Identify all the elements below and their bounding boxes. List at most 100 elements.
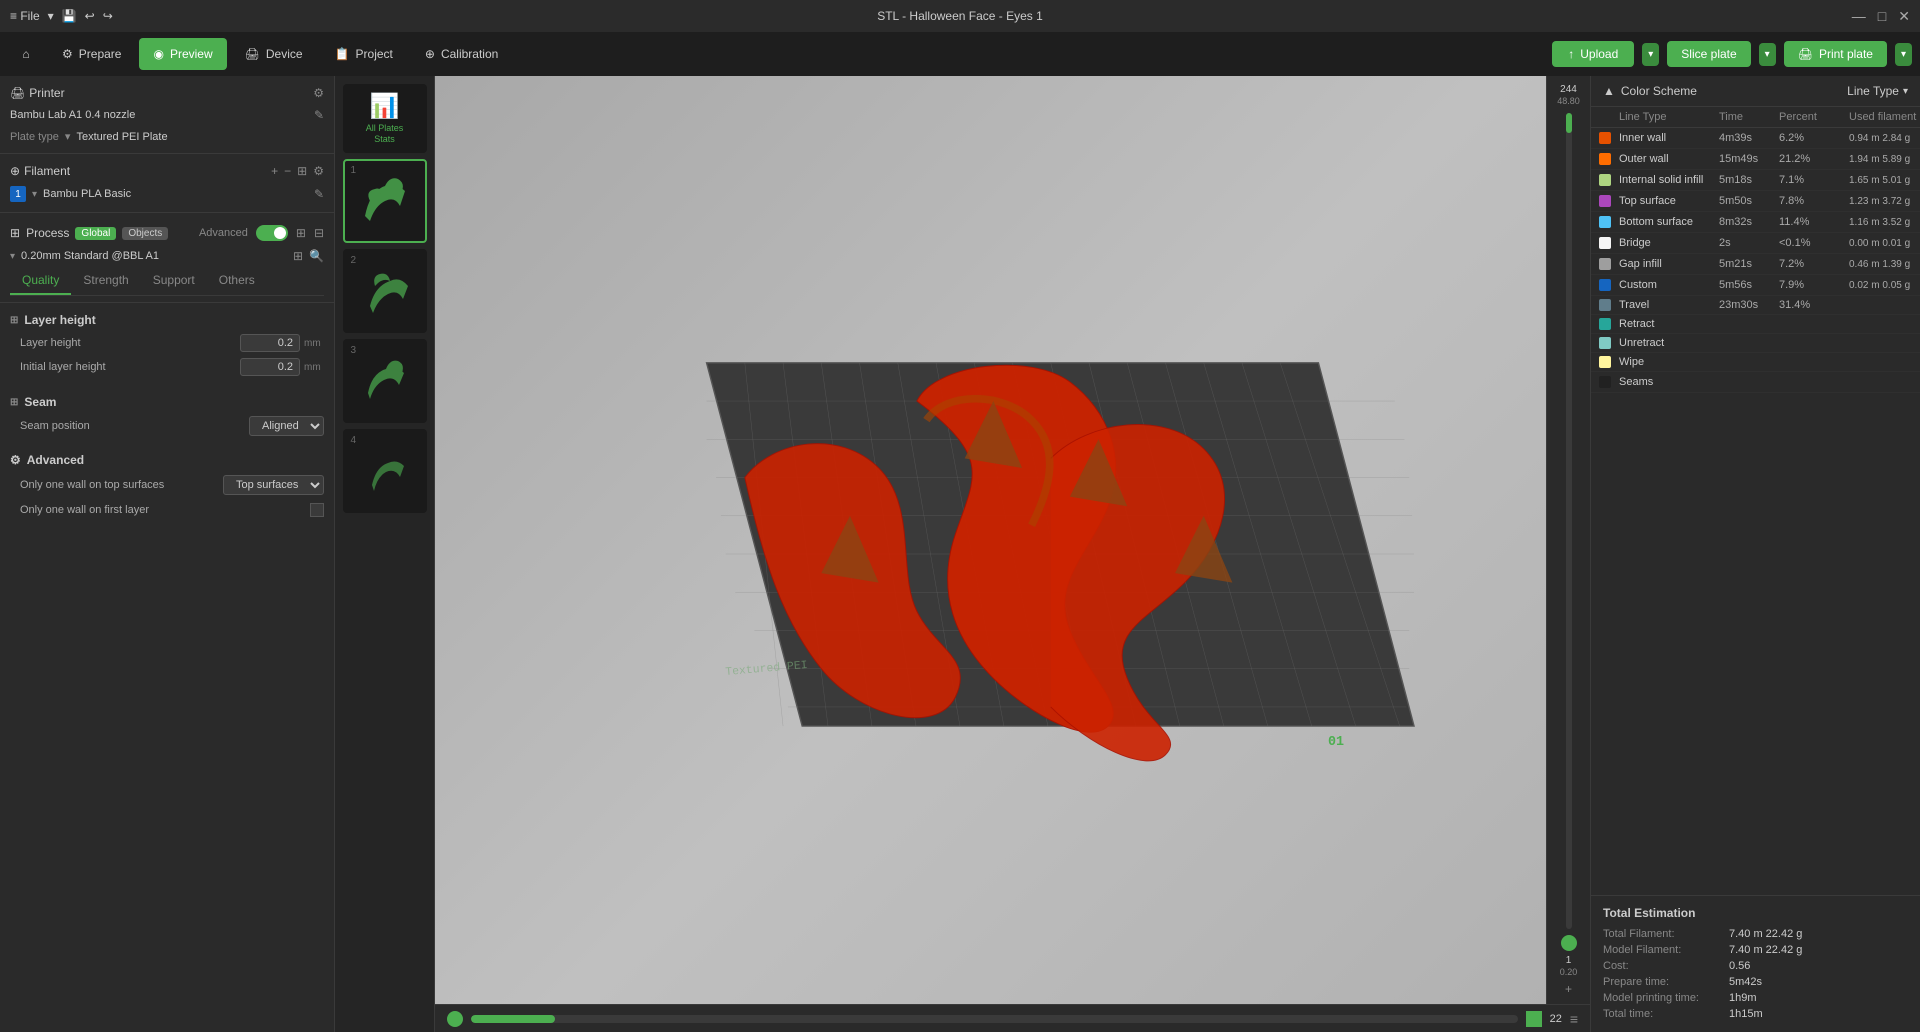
tab-support[interactable]: Support: [141, 267, 207, 295]
upload-dropdown[interactable]: ▾: [1642, 43, 1659, 66]
filament-add-icon[interactable]: +: [271, 164, 278, 178]
plate-type-value[interactable]: Textured PEI Plate: [76, 131, 167, 143]
process-copy-icon[interactable]: ⊞: [296, 226, 306, 240]
redo-icon[interactable]: ↪: [103, 9, 113, 23]
file-menu[interactable]: ≡ File: [10, 9, 40, 23]
maximize-button[interactable]: □: [1878, 8, 1886, 24]
upload-button[interactable]: ↑ Upload: [1552, 41, 1634, 67]
filament-edit-icon[interactable]: ✎: [314, 187, 324, 201]
preset-name[interactable]: 0.20mm Standard @BBL A1: [21, 250, 287, 262]
cs-time-2: 5m18s: [1719, 174, 1779, 186]
color-scheme-panel: ▲ Color Scheme Line Type ▾ Line Type Tim…: [1590, 76, 1920, 1032]
tab-others[interactable]: Others: [207, 267, 267, 295]
initial-layer-input[interactable]: [240, 358, 300, 376]
titlebar: ≡ File ▾ 💾 ↩ ↪ STL - Halloween Face - Ey…: [0, 0, 1920, 32]
cost-row: Cost: 0.56: [1603, 958, 1908, 974]
badge-global[interactable]: Global: [75, 227, 116, 240]
filament-icon: ⊕: [10, 164, 20, 178]
filament-item: 1 ▾ Bambu PLA Basic ✎: [10, 182, 324, 206]
printer-name-value[interactable]: Bambu Lab A1 0.4 nozzle: [10, 109, 135, 121]
print-button[interactable]: 🖨 Print plate: [1784, 41, 1887, 67]
layers-icon[interactable]: ≡: [1570, 1011, 1578, 1027]
viewport[interactable]: Textured PEI 01 22 ≡ 244 48.80: [435, 76, 1590, 1032]
preset-copy-icon[interactable]: ⊞: [293, 249, 303, 263]
advanced-settings: ⚙ Advanced Only one wall on top surfaces…: [0, 445, 334, 525]
main-area: 🖨 Printer ⚙ Bambu Lab A1 0.4 nozzle ✎ Pl…: [0, 76, 1920, 1032]
preview-tab[interactable]: ◉ Preview: [139, 38, 226, 70]
printer-settings-icon[interactable]: ⚙: [313, 86, 324, 100]
device-tab[interactable]: 🖨 Device: [231, 38, 317, 70]
thumb-preview-2: [350, 261, 420, 321]
project-icon: 📋: [335, 47, 350, 61]
cs-row-9: Retract: [1591, 315, 1920, 334]
total-filament-row: Total Filament: 7.40 m 22.42 g: [1603, 926, 1908, 942]
printer-edit-icon[interactable]: ✎: [314, 108, 324, 122]
filament-chevron: ▾: [32, 189, 37, 200]
col-percent: Percent: [1779, 111, 1849, 123]
thumbnail-1[interactable]: 1: [343, 159, 427, 243]
seam-position-select[interactable]: Aligned: [249, 416, 324, 436]
advanced-header: ⚙ Advanced: [10, 449, 324, 471]
wall-first-checkbox[interactable]: [310, 503, 324, 517]
layer-height-input[interactable]: [240, 334, 300, 352]
cs-type[interactable]: Line Type ▾: [1847, 84, 1908, 98]
advanced-toggle[interactable]: [256, 225, 288, 241]
cost-value: 0.56: [1729, 960, 1750, 972]
layer-dot[interactable]: [1561, 935, 1577, 951]
layer-slider-end[interactable]: [1526, 1011, 1542, 1027]
plate-type-chevron: ▾: [65, 130, 71, 143]
filament-header: ⊕ Filament + − ⊞ ⚙: [10, 160, 324, 182]
thumbnail-3[interactable]: 3: [343, 339, 427, 423]
initial-layer-row: Initial layer height mm: [10, 355, 324, 379]
nav-right-actions: ↑ Upload ▾ Slice plate ▾ 🖨 Print plate ▾: [1552, 41, 1912, 67]
badge-objects[interactable]: Objects: [122, 227, 168, 240]
process-settings-icon[interactable]: ⊟: [314, 226, 324, 240]
layer-slider-start[interactable]: [447, 1011, 463, 1027]
close-button[interactable]: ✕: [1898, 8, 1910, 25]
wall-top-select[interactable]: Top surfaces: [223, 475, 324, 495]
process-icon: ⊞: [10, 226, 20, 240]
slice-dropdown[interactable]: ▾: [1759, 43, 1776, 66]
seam-header: ⊞ Seam: [10, 391, 324, 413]
model-time-row: Model printing time: 1h9m: [1603, 990, 1908, 1006]
home-button[interactable]: ⌂: [8, 36, 44, 72]
seam-position-row: Seam position Aligned: [10, 413, 324, 439]
expand-layers-icon[interactable]: +: [1565, 982, 1572, 996]
filament-copy-icon[interactable]: ⊞: [297, 164, 307, 178]
filament-name[interactable]: Bambu PLA Basic: [43, 188, 308, 200]
layer-scrolltrack[interactable]: [1566, 113, 1572, 929]
preset-search-icon[interactable]: 🔍: [309, 249, 324, 263]
prepare-tab[interactable]: ⚙ Prepare: [48, 38, 135, 70]
color-dot-2: [1599, 174, 1611, 186]
thumbnail-2[interactable]: 2: [343, 249, 427, 333]
filament-settings-icon[interactable]: ⚙: [313, 164, 324, 178]
cs-pct-6: 7.2%: [1779, 258, 1849, 270]
total-filament-value: 7.40 m 22.42 g: [1729, 928, 1802, 940]
layer-progress-fill: [471, 1015, 555, 1023]
process-header: ⊞ Process Global Objects Advanced ⊞ ⊟: [10, 219, 324, 245]
project-tab[interactable]: 📋 Project: [321, 38, 407, 70]
cs-name-0: Inner wall: [1619, 132, 1719, 144]
save-icon[interactable]: 💾: [62, 9, 77, 23]
seam-settings: ⊞ Seam Seam position Aligned: [0, 385, 334, 445]
title-chevron[interactable]: ▾: [48, 9, 54, 23]
cs-collapse-icon[interactable]: ▲: [1603, 84, 1615, 98]
cs-name-12: Seams: [1619, 376, 1719, 388]
filament-remove-icon[interactable]: −: [284, 164, 291, 178]
cs-filament-2: 1.65 m 5.01 g: [1849, 175, 1920, 186]
layer-progress-bar[interactable]: [471, 1015, 1518, 1023]
layer-height-unit: mm: [304, 338, 324, 349]
minimize-button[interactable]: —: [1852, 8, 1866, 24]
cs-pct-4: 11.4%: [1779, 216, 1849, 228]
all-plates-stats[interactable]: 📊 All PlatesStats: [343, 84, 427, 153]
thumbnail-4[interactable]: 4: [343, 429, 427, 513]
calibration-tab[interactable]: ⊕ Calibration: [411, 38, 512, 70]
cs-row-0: Inner wall 4m39s 6.2% 0.94 m 2.84 g ✔: [1591, 128, 1920, 149]
tab-strength[interactable]: Strength: [71, 267, 140, 295]
slice-button[interactable]: Slice plate: [1667, 41, 1750, 67]
undo-icon[interactable]: ↩: [85, 9, 95, 23]
filament-section: ⊕ Filament + − ⊞ ⚙ 1 ▾ Bambu PLA Basic ✎: [0, 154, 334, 213]
print-dropdown[interactable]: ▾: [1895, 43, 1912, 66]
tab-quality[interactable]: Quality: [10, 267, 71, 295]
model-filament-label: Model Filament:: [1603, 944, 1723, 956]
